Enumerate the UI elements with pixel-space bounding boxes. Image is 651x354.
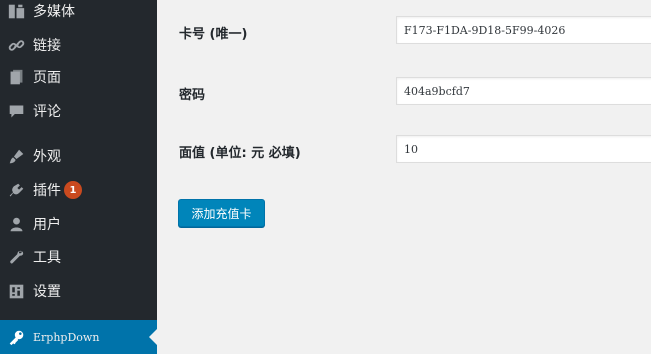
password-label: 密码 [179,88,206,103]
user-icon [7,215,25,233]
sidebar-item-label: ErphpDown [33,330,100,344]
admin-sidebar: 多媒体 链接 页面 评论 外观 插件 1 用户 工具 设置 ErphpDown [0,0,157,354]
sidebar-item-label: 多媒体 [33,4,75,20]
face-value-label: 面值 (单位: 元 必填) [179,146,301,161]
sidebar-item-label: 评论 [33,104,61,120]
sidebar-item-label: 用户 [33,217,61,233]
sidebar-item-label: 外观 [33,149,61,165]
wrench-icon [7,248,25,266]
sidebar-item-label: 设置 [33,284,61,300]
sidebar-item-tools[interactable]: 工具 [0,240,157,274]
add-recharge-card-button[interactable]: 添加充值卡 [178,199,265,227]
sidebar-item-plugins[interactable]: 插件 1 [0,173,157,207]
sidebar-item-users[interactable]: 用户 [0,207,157,241]
sidebar-item-links[interactable]: 链接 [0,28,157,62]
comment-icon [7,102,25,120]
link-icon [7,36,25,54]
password-input[interactable] [396,77,651,105]
card-number-input[interactable] [396,16,651,44]
plugin-icon [7,181,25,199]
sidebar-item-appearance[interactable]: 外观 [0,139,157,173]
sidebar-item-media[interactable]: 多媒体 [0,0,157,28]
sidebar-item-label: 链接 [33,38,61,54]
face-value-input[interactable] [396,135,651,163]
page-icon [7,68,25,86]
key-icon [7,328,25,346]
sidebar-item-label: 插件 [33,183,61,199]
sidebar-item-erphpdown[interactable]: ErphpDown [0,320,157,354]
sidebar-item-label: 页面 [33,70,61,86]
active-menu-pointer [149,329,157,345]
update-count-badge: 1 [64,181,82,199]
appearance-icon [7,147,25,165]
sidebar-item-pages[interactable]: 页面 [0,60,157,94]
sidebar-item-comments[interactable]: 评论 [0,94,157,128]
settings-icon [7,282,25,300]
sidebar-item-settings[interactable]: 设置 [0,274,157,308]
card-number-label: 卡号 (唯一) [179,27,248,42]
sidebar-item-label: 工具 [33,250,61,266]
media-icon [7,2,25,20]
